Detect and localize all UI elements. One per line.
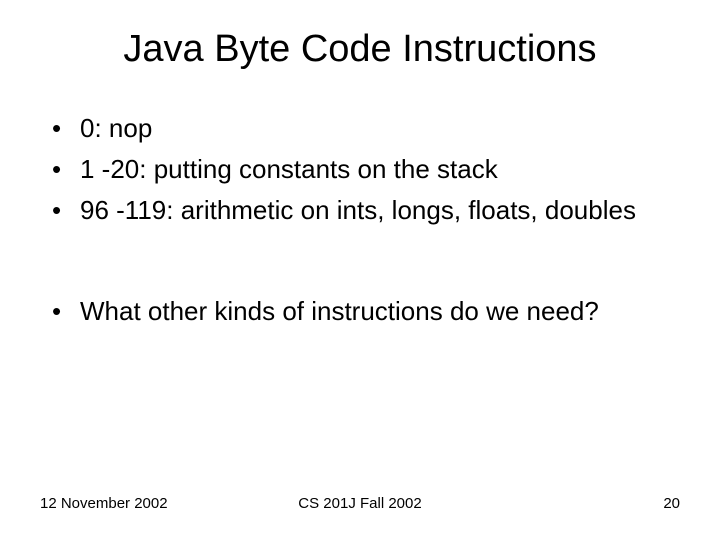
bullet-list: 0: nop 1 -20: putting constants on the s… xyxy=(40,111,680,228)
footer-date: 12 November 2002 xyxy=(40,495,168,512)
list-item: What other kinds of instructions do we n… xyxy=(52,294,680,329)
spacer xyxy=(40,234,680,294)
list-item: 96 -119: arithmetic on ints, longs, floa… xyxy=(52,193,680,228)
footer-page: 20 xyxy=(663,495,680,512)
slide: Java Byte Code Instructions 0: nop 1 -20… xyxy=(0,0,720,540)
slide-title: Java Byte Code Instructions xyxy=(40,28,680,71)
footer: 12 November 2002 CS 201J Fall 2002 20 xyxy=(0,495,720,512)
list-item: 0: nop xyxy=(52,111,680,146)
list-item: 1 -20: putting constants on the stack xyxy=(52,152,680,187)
footer-course: CS 201J Fall 2002 xyxy=(298,495,421,512)
bullet-list: What other kinds of instructions do we n… xyxy=(40,294,680,329)
slide-content: 0: nop 1 -20: putting constants on the s… xyxy=(40,111,680,329)
